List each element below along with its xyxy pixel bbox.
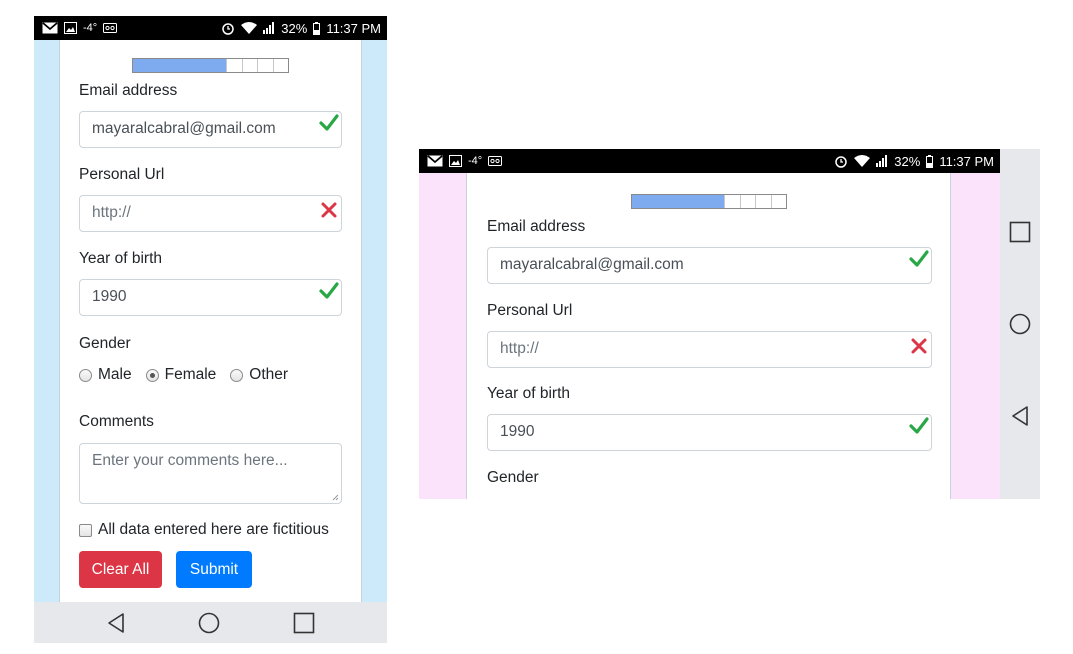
- email-value: mayaralcabral@gmail.com: [92, 120, 276, 137]
- gender-option-other[interactable]: Other: [230, 366, 288, 384]
- home-icon[interactable]: [198, 612, 220, 634]
- clock: 11:37 PM: [326, 20, 381, 36]
- page-content: Email address mayaralcabral@gmail.com Pe…: [34, 40, 387, 602]
- gender-option-male[interactable]: Male: [79, 366, 132, 384]
- navigation-bar: [34, 602, 387, 643]
- email-label: Email address: [79, 82, 178, 99]
- battery-icon: [313, 21, 321, 35]
- temperature: -4°: [468, 155, 483, 167]
- gmail-icon: [427, 155, 443, 167]
- form-card: Email address mayaralcabral@gmail.com Pe…: [466, 173, 951, 499]
- year-field[interactable]: 1990: [79, 279, 342, 316]
- fictitious-label: All data entered here are fictitious: [98, 521, 329, 538]
- gender-option-female[interactable]: Female: [145, 366, 217, 384]
- form-card: Email address mayaralcabral@gmail.com Pe…: [59, 40, 362, 602]
- status-bar: -4° 32% 11:37 PM: [419, 149, 1000, 173]
- url-field[interactable]: http://: [487, 331, 932, 368]
- battery-percent: 32%: [894, 153, 921, 169]
- gender-label: Gender: [487, 469, 539, 486]
- landscape-phone: -4° 32% 11:37 PM Email address mayaralca…: [419, 149, 1040, 499]
- url-label: Personal Url: [79, 166, 165, 183]
- portrait-phone: -4° 32% 11:37 PM Email address mayaralca…: [34, 16, 387, 643]
- clock: 11:37 PM: [939, 153, 994, 169]
- email-field[interactable]: mayaralcabral@gmail.com: [79, 111, 342, 148]
- radio-button[interactable]: [230, 368, 244, 382]
- cross-icon: [911, 338, 927, 354]
- recents-icon[interactable]: [1009, 221, 1031, 243]
- alarm-icon: [834, 154, 848, 168]
- image-icon: [64, 22, 77, 34]
- comments-field[interactable]: Enter your comments here...: [79, 443, 342, 504]
- resize-handle-icon[interactable]: [332, 494, 339, 501]
- wifi-icon: [854, 155, 871, 167]
- battery-icon: [926, 154, 934, 168]
- year-value: 1990: [92, 288, 127, 305]
- submit-button[interactable]: Submit: [176, 551, 252, 588]
- year-label: Year of birth: [79, 250, 163, 267]
- page-content: Email address mayaralcabral@gmail.com Pe…: [419, 173, 1000, 499]
- back-icon[interactable]: [106, 612, 126, 634]
- temperature: -4°: [83, 22, 98, 34]
- gmail-icon: [42, 22, 58, 34]
- fictitious-option[interactable]: All data entered here are fictitious: [79, 521, 329, 539]
- url-label: Personal Url: [487, 302, 573, 319]
- year-label: Year of birth: [487, 385, 571, 402]
- email-field[interactable]: mayaralcabral@gmail.com: [487, 247, 932, 284]
- voicemail-icon: [488, 156, 503, 166]
- comments-placeholder: Enter your comments here...: [92, 452, 288, 469]
- navigation-bar: [1000, 149, 1040, 499]
- year-value: 1990: [500, 423, 535, 440]
- email-label: Email address: [487, 218, 586, 235]
- radio-label: Female: [164, 366, 217, 383]
- signal-icon: [876, 155, 888, 167]
- signal-icon: [263, 22, 275, 34]
- recents-icon[interactable]: [293, 612, 315, 634]
- progress-bar: [132, 58, 289, 73]
- image-icon: [449, 155, 462, 167]
- cross-icon: [321, 202, 337, 218]
- alarm-icon: [221, 21, 235, 35]
- email-value: mayaralcabral@gmail.com: [500, 256, 684, 273]
- status-bar: -4° 32% 11:37 PM: [34, 16, 387, 40]
- radio-button[interactable]: [79, 368, 92, 382]
- back-icon[interactable]: [1010, 405, 1030, 427]
- url-field[interactable]: http://: [79, 195, 342, 232]
- battery-percent: 32%: [281, 20, 308, 36]
- check-icon: [909, 417, 929, 434]
- wifi-icon: [241, 22, 258, 34]
- progress-fill: [133, 59, 226, 72]
- check-icon: [319, 114, 339, 131]
- radio-label: Male: [98, 366, 132, 383]
- progress-fill: [632, 195, 725, 208]
- home-icon[interactable]: [1009, 313, 1031, 335]
- gender-label: Gender: [79, 335, 131, 352]
- check-icon: [319, 282, 339, 299]
- progress-bar: [631, 194, 787, 209]
- year-field[interactable]: 1990: [487, 414, 932, 451]
- clear-all-button[interactable]: Clear All: [79, 551, 162, 588]
- comments-label: Comments: [79, 413, 154, 430]
- check-icon: [909, 250, 929, 267]
- gender-options: Male Female Other: [79, 366, 302, 384]
- fictitious-checkbox[interactable]: [79, 523, 92, 537]
- url-placeholder: http://: [92, 204, 131, 221]
- radio-label: Other: [249, 366, 289, 383]
- url-placeholder: http://: [500, 340, 539, 357]
- radio-button-selected[interactable]: [145, 368, 159, 382]
- voicemail-icon: [103, 23, 118, 33]
